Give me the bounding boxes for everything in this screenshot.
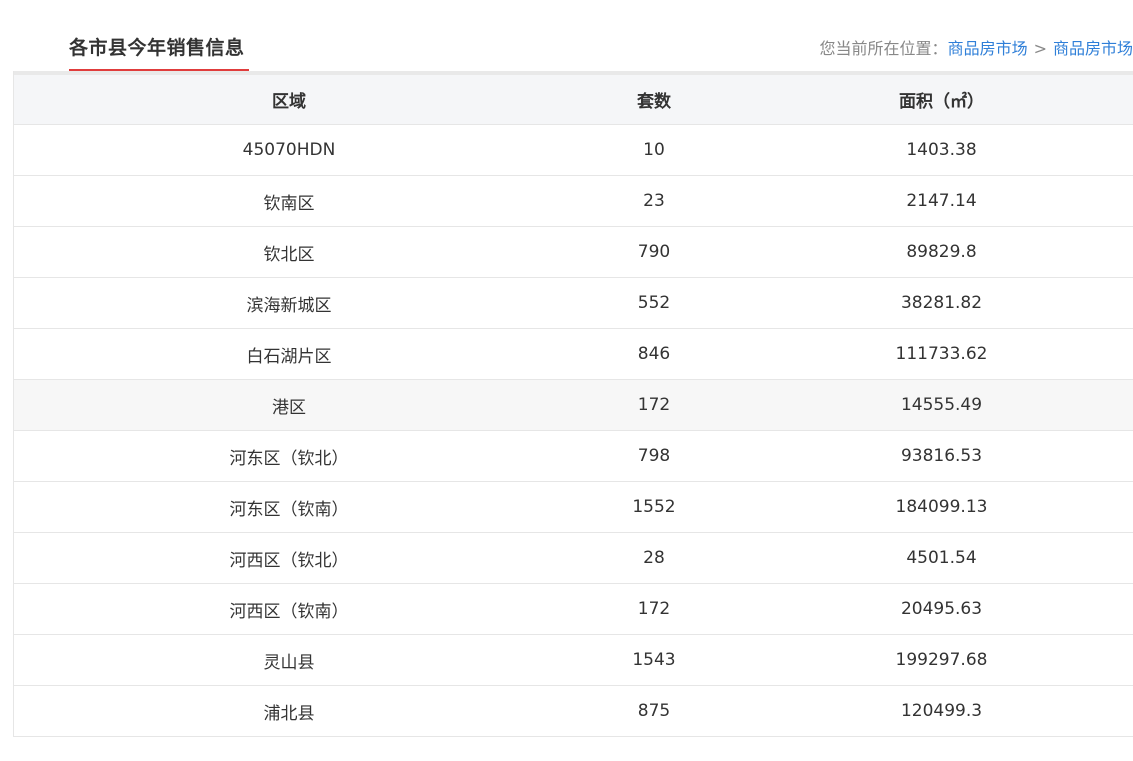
table-row: 滨海新城区 552 38281.82 [14,277,1133,329]
table-row: 白石湖片区 846 111733.62 [14,328,1133,380]
cell-area: 184099.13 [744,481,1133,533]
cell-region: 45070HDN [14,124,564,176]
page: 各市县今年销售信息 您当前所在位置：商品房市场 > 商品房市场 区域 套数 面积（㎡… [0,0,1133,761]
table-row: 浦北县 875 120499.3 [14,685,1133,737]
table-header-row: 区域 套数 面积（㎡） [14,75,1133,125]
cell-units: 875 [564,685,744,737]
column-header-area: 面积（㎡） [744,75,1133,125]
table-row: 河西区（钦北） 28 4501.54 [14,532,1133,584]
table-row: 河西区（钦南） 172 20495.63 [14,583,1133,635]
table-row: 河东区（钦北） 798 93816.53 [14,430,1133,482]
cell-units: 846 [564,328,744,380]
sales-table-wrapper: 区域 套数 面积（㎡） 45070HDN 10 1403.38 钦南区 23 2147.1… [13,71,1133,737]
table-row: 钦北区 790 89829.8 [14,226,1133,278]
page-title: 各市县今年销售信息 [69,37,245,59]
cell-region: 河西区（钦南） [14,583,564,635]
breadcrumb-link-current[interactable]: 商品房市场 [1053,39,1133,58]
cell-area: 1403.38 [744,124,1133,176]
cell-units: 172 [564,583,744,635]
cell-area: 4501.54 [744,532,1133,584]
cell-units: 172 [564,379,744,431]
cell-units: 10 [564,124,744,176]
cell-area: 93816.53 [744,430,1133,482]
breadcrumb-separator: > [1033,39,1047,58]
cell-units: 798 [564,430,744,482]
table-row: 灵山县 1543 199297.68 [14,634,1133,686]
breadcrumb: 您当前所在位置：商品房市场 > 商品房市场 [820,35,1133,59]
cell-region: 河东区（钦南） [14,481,564,533]
column-header-units: 套数 [564,75,744,125]
cell-region: 浦北县 [14,685,564,737]
cell-units: 552 [564,277,744,329]
cell-area: 89829.8 [744,226,1133,278]
cell-area: 2147.14 [744,175,1133,227]
table-row: 河东区（钦南） 1552 184099.13 [14,481,1133,533]
cell-region: 河西区（钦北） [14,532,564,584]
cell-area: 38281.82 [744,277,1133,329]
cell-area: 111733.62 [744,328,1133,380]
cell-units: 23 [564,175,744,227]
cell-units: 28 [564,532,744,584]
breadcrumb-prefix: 您当前所在位置： [819,39,948,58]
breadcrumb-link-market[interactable]: 商品房市场 [948,39,1028,58]
header-bar: 各市县今年销售信息 您当前所在位置：商品房市场 > 商品房市场 [0,0,1133,72]
cell-units: 1543 [564,634,744,686]
cell-region: 白石湖片区 [14,328,564,380]
table-row: 45070HDN 10 1403.38 [14,124,1133,176]
cell-area: 120499.3 [744,685,1133,737]
cell-area: 14555.49 [744,379,1133,431]
cell-units: 1552 [564,481,744,533]
cell-region: 钦北区 [14,226,564,278]
table-row: 港区 172 14555.49 [14,379,1133,431]
cell-area: 20495.63 [744,583,1133,635]
cell-region: 钦南区 [14,175,564,227]
table-body: 45070HDN 10 1403.38 钦南区 23 2147.14 钦北区 790 89829… [14,124,1133,737]
cell-region: 港区 [14,379,564,431]
table-row: 钦南区 23 2147.14 [14,175,1133,227]
cell-units: 790 [564,226,744,278]
column-header-region: 区域 [14,75,564,125]
cell-area: 199297.68 [744,634,1133,686]
cell-region: 滨海新城区 [14,277,564,329]
sales-table: 区域 套数 面积（㎡） 45070HDN 10 1403.38 钦南区 23 2147.1… [14,75,1133,737]
cell-region: 灵山县 [14,634,564,686]
cell-region: 河东区（钦北） [14,430,564,482]
